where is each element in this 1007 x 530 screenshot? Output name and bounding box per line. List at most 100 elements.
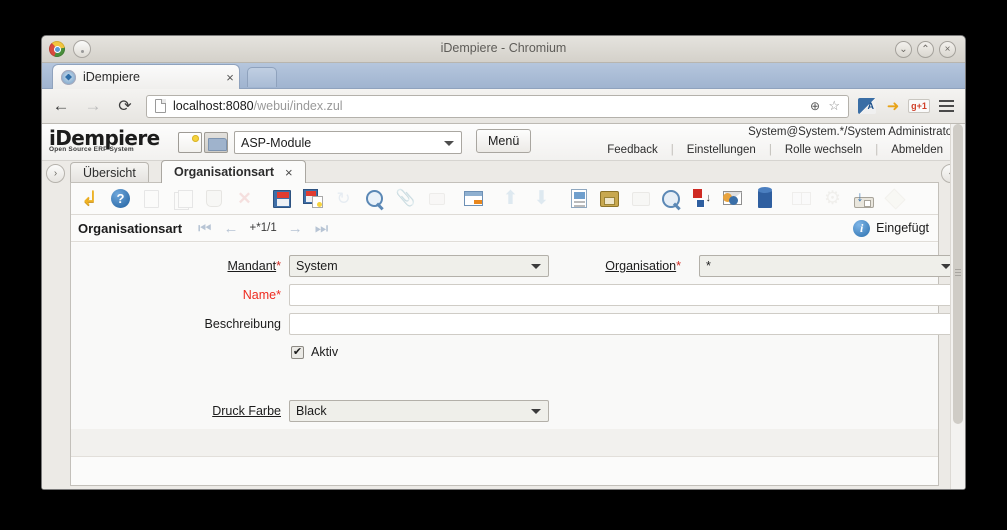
view-layout-button[interactable] (788, 185, 815, 212)
find-button[interactable] (361, 185, 388, 212)
mobile-arrow-icon: ➜ (886, 98, 900, 115)
grid-toggle-button[interactable] (460, 185, 487, 212)
chat-button[interactable] (423, 185, 450, 212)
logout-link[interactable]: Abmelden (878, 144, 956, 156)
parent-record-button[interactable]: ⬆ (497, 185, 524, 212)
label-aktiv: Aktiv (311, 345, 339, 359)
new-tab-button[interactable] (247, 67, 277, 87)
record-position-indicator: +*1/1 (249, 222, 277, 234)
tab-label: Übersicht (83, 166, 136, 180)
druck-farbe-select[interactable]: Black (289, 400, 549, 422)
chrome-menu-button[interactable] (933, 93, 959, 119)
print-button[interactable] (627, 185, 654, 212)
delete-record-button[interactable] (200, 185, 227, 212)
address-bar[interactable]: localhost:8080/webui/index.zul ⊕ ☆ (146, 94, 849, 118)
extension-mobile-button[interactable]: ➜ (881, 94, 905, 118)
arrow-up-icon: ⬆ (502, 188, 519, 209)
name-input[interactable] (289, 284, 959, 306)
refresh-button[interactable]: ↻ (330, 185, 357, 212)
zoom-back-icon (662, 189, 681, 208)
previous-record-button[interactable]: ← (218, 220, 245, 237)
flag-icon (883, 187, 906, 210)
attachment-button[interactable]: 📎 (392, 185, 419, 212)
workspace: › ‹ Übersicht Organisationsart × ↲ ? (42, 160, 965, 489)
last-record-button[interactable]: ⏭ (309, 220, 335, 237)
new-record-button[interactable] (138, 185, 165, 212)
extension-translate-button[interactable]: A (855, 94, 879, 118)
help-button[interactable]: ? (107, 185, 134, 212)
record-form: Mandant* System Organisation* * Name* Be… (71, 243, 959, 457)
copy-record-button[interactable] (169, 185, 196, 212)
translate-icon: A (858, 98, 876, 114)
panels-icon (792, 192, 811, 205)
first-record-button[interactable]: ⏮ (192, 220, 218, 237)
new-window-icon-button[interactable] (178, 132, 202, 153)
tab-close-icon[interactable]: × (285, 165, 293, 180)
feedback-link[interactable]: Feedback (594, 144, 671, 156)
undo-button[interactable]: ↲ (76, 185, 103, 212)
bookmark-star-icon[interactable]: ☆ (828, 98, 840, 114)
preference-button[interactable]: ⚙ (819, 185, 846, 212)
extension-gplus-button[interactable]: g+1 (907, 94, 931, 118)
app-header: iDempiere Open Source ERP System ASP-Mod… (42, 124, 965, 161)
archive-button[interactable] (596, 185, 623, 212)
page-info-icon (155, 99, 166, 113)
cube-icon (757, 186, 772, 208)
trash-icon (205, 190, 222, 207)
reload-button[interactable]: ⟳ (112, 93, 138, 119)
forward-button[interactable]: → (80, 93, 106, 119)
organisation-select[interactable]: * (699, 255, 959, 277)
refresh-icon: ↻ (336, 189, 351, 208)
label-organisation-text: Organisation (605, 259, 677, 273)
page-scrollbar[interactable] (950, 124, 965, 489)
printer-icon (631, 191, 650, 206)
save-button[interactable] (268, 185, 295, 212)
beschreibung-input[interactable] (289, 313, 959, 335)
label-mandant-text: Mandant (227, 259, 277, 273)
record-status: i Eingefügt (853, 219, 929, 237)
zoom-icon[interactable]: ⊕ (810, 99, 820, 113)
close-window-button[interactable]: × (939, 41, 956, 58)
detail-record-button[interactable]: ⬇ (528, 185, 555, 212)
chevron-down-icon (444, 141, 454, 146)
label-organisation: Organisation* (501, 259, 681, 273)
new-document-icon (144, 189, 159, 208)
tab-organisationsart[interactable]: Organisationsart × (161, 160, 306, 183)
product-info-button[interactable] (751, 185, 778, 212)
aktiv-checkbox[interactable]: ✔ (291, 346, 304, 359)
tab-uebersicht[interactable]: Übersicht (70, 162, 149, 183)
minimize-button[interactable]: ⌄ (895, 41, 912, 58)
menu-button[interactable]: Menü (476, 129, 532, 153)
open-window-icon-button[interactable] (204, 132, 228, 153)
asp-module-value: ASP-Module (241, 135, 312, 150)
report-icon (570, 189, 587, 208)
form-row-name: Name* (71, 284, 959, 313)
maximize-button[interactable]: ⌃ (917, 41, 934, 58)
tab-close-icon[interactable]: × (221, 70, 239, 85)
label-druck-farbe: Druck Farbe (131, 404, 281, 418)
form-row-druck-farbe: Druck Farbe Black (71, 400, 938, 429)
window-title-bar: iDempiere - Chromium ⌄ ⌃ × (42, 36, 965, 63)
export-button[interactable]: ↓ (689, 185, 716, 212)
browser-tab-idempiere[interactable]: iDempiere × (52, 64, 240, 89)
expand-left-panel-button[interactable]: › (46, 164, 65, 183)
label-druck-farbe-text: Druck Farbe (212, 404, 281, 418)
label-mandant: Mandant* (131, 259, 281, 273)
zoom-across-button[interactable] (658, 185, 685, 212)
window-tab-bar: Übersicht Organisationsart × (70, 160, 939, 183)
request-button[interactable] (720, 185, 747, 212)
red-x-icon: ✕ (237, 188, 252, 208)
settings-link[interactable]: Einstellungen (674, 144, 769, 156)
asp-module-select[interactable]: ASP-Module (234, 131, 462, 154)
change-role-link[interactable]: Rolle wechseln (772, 144, 875, 156)
post-it-button[interactable] (881, 185, 908, 212)
next-record-button[interactable]: → (282, 220, 309, 237)
back-button[interactable]: ← (48, 93, 74, 119)
save-create-new-button[interactable] (299, 185, 326, 212)
delete-selection-button[interactable]: ✕ (231, 185, 258, 212)
help-icon: ? (111, 189, 130, 208)
report-button[interactable] (565, 185, 592, 212)
process-button[interactable]: ↓ (850, 185, 877, 212)
archive-drawer-icon (600, 190, 619, 207)
window-panel: ↲ ? ✕ ↻ 📎 ⬆ ⬇ ↓ ⚙ ↓ Organisationsart ⏮ ←… (70, 182, 959, 486)
